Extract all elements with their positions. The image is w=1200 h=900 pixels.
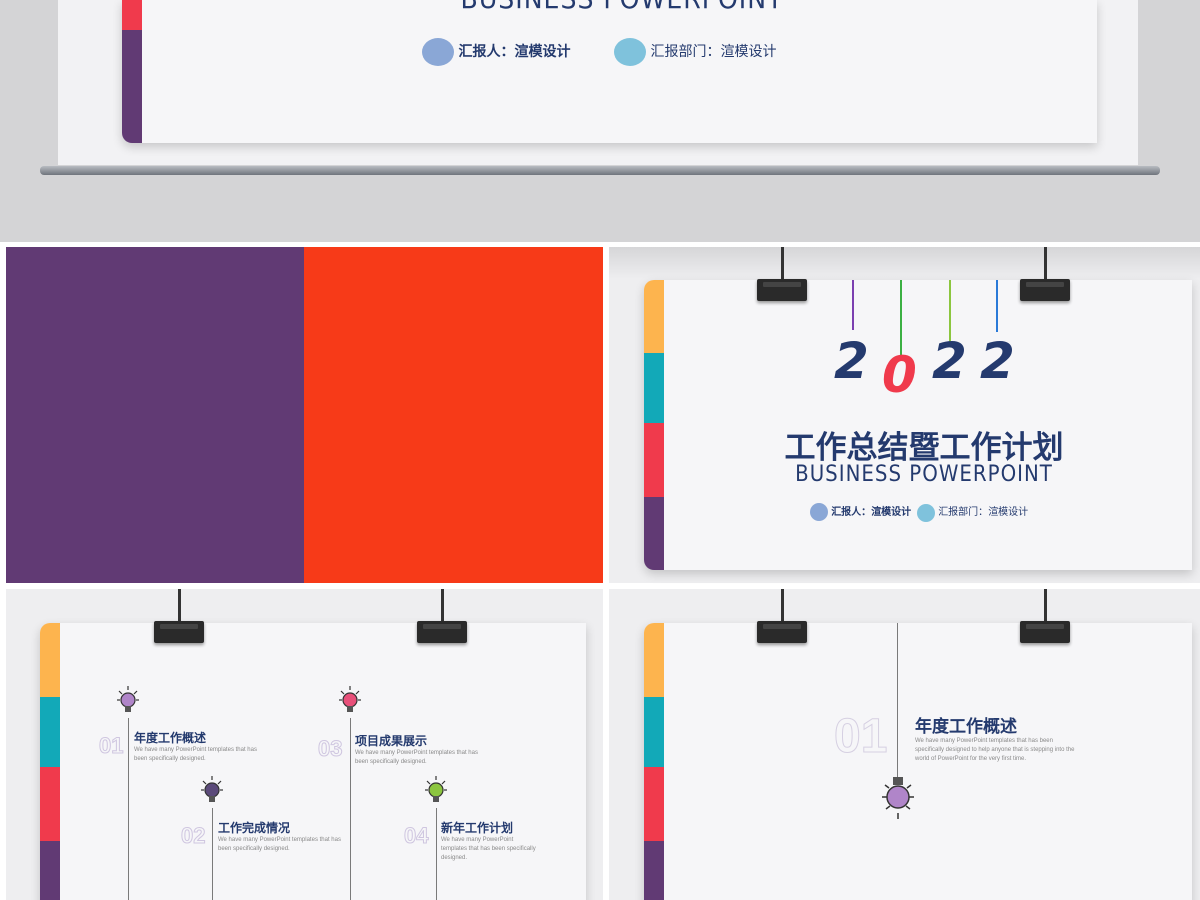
stripe-red: [644, 767, 664, 841]
cover-reporter: 汇报人：渲模设计: [810, 503, 911, 521]
clip-wire-right: [1044, 247, 1047, 281]
toc-title-04: 新年工作计划: [441, 821, 514, 835]
cover-dept: 汇报部门：渲模设计: [917, 503, 1028, 522]
toc-title-02: 工作完成情况: [218, 821, 291, 835]
top-paper: BUSINESS POWERPOINT 汇报人：渲模设计 汇报部门：渲模设计: [122, 0, 1097, 143]
binder-clip-right: [1020, 279, 1070, 301]
cover-bg-top: [609, 247, 1200, 279]
color-block-orange: [304, 247, 603, 583]
toc-line-04: [436, 808, 437, 900]
section-title: 年度工作概述: [915, 717, 1017, 737]
toc-desc-02: We have many PowerPoint templates that h…: [218, 837, 341, 852]
toc-num-04: 04: [403, 823, 429, 849]
stripe-purple: [644, 497, 664, 570]
toc-desc-03: We have many PowerPoint templates that h…: [355, 750, 478, 765]
dept-icon: [614, 38, 646, 66]
stripe-teal: [40, 697, 60, 767]
color-block-purple: [6, 247, 304, 583]
toc-title-03: 项目成果展示: [355, 734, 428, 748]
toc-num-03: 03: [317, 736, 343, 762]
stripe-yellow: [644, 623, 664, 697]
hang-string-blue: [996, 280, 998, 332]
stripe-red: [40, 767, 60, 841]
cover-paper: 2 0 2 2 工作总结暨工作计划 BUSINESS POWERPOINT 汇报…: [644, 280, 1192, 570]
binder-clip-right: [417, 621, 467, 643]
toc-slide-frame: 01 年度工作概述 We have many PowerPoint templa…: [6, 589, 603, 900]
clip-wire-left: [781, 247, 784, 281]
section-paper: 01 年度工作概述 We have many PowerPoint templa…: [644, 623, 1192, 900]
year-digit-2c: 2: [980, 332, 1015, 390]
toc-line-02: [212, 808, 213, 900]
section-num: 01: [833, 710, 888, 764]
toc-paper: 01 年度工作概述 We have many PowerPoint templa…: [40, 623, 586, 900]
top-reporter: 汇报人：渲模设计: [422, 38, 570, 66]
stripe-yellow: [644, 280, 664, 353]
stripe-red: [644, 423, 664, 497]
binder-clip-right: [1020, 621, 1070, 643]
stripe-purple: [40, 841, 60, 900]
top-slide-frame: BUSINESS POWERPOINT 汇报人：渲模设计 汇报部门：渲模设计: [0, 0, 1200, 242]
toc-desc-04: We have many PowerPoint templates that h…: [441, 837, 536, 861]
cover-en-title: BUSINESS POWERPOINT: [795, 462, 1053, 487]
clip-wire-left: [178, 589, 181, 623]
lightbulb-icon: [200, 775, 224, 805]
reporter-icon: [422, 38, 454, 66]
stripe-teal: [644, 697, 664, 767]
toc-title-01: 年度工作概述: [134, 731, 207, 745]
reporter-icon: [810, 503, 828, 521]
hang-string-purple: [852, 280, 854, 330]
toc-line-01: [128, 718, 129, 900]
year-digit-2b: 2: [932, 332, 967, 390]
toc-line-03: [350, 718, 351, 900]
top-dept: 汇报部门：渲模设计: [614, 38, 776, 66]
lightbulb-icon: [424, 775, 448, 805]
lightbulb-icon: [878, 775, 918, 821]
binder-clip-left: [757, 279, 807, 301]
top-en-title: BUSINESS POWERPOINT: [452, 0, 792, 15]
binder-clip-left: [154, 621, 204, 643]
section-desc: We have many PowerPoint templates that h…: [915, 738, 1075, 762]
clip-wire-left: [781, 589, 784, 623]
year-digit-2a: 2: [834, 332, 869, 390]
toc-num-02: 02: [180, 823, 206, 849]
hang-string-green: [900, 280, 902, 355]
binder-clip-left: [757, 621, 807, 643]
lightbulb-icon: [116, 685, 140, 715]
section-slide-frame: 01 年度工作概述 We have many PowerPoint templa…: [609, 589, 1200, 900]
stripe-yellow: [40, 623, 60, 697]
clip-wire-right: [441, 589, 444, 623]
stripe-purple: [644, 841, 664, 900]
year-digit-0: 0: [882, 346, 917, 404]
stripe-purple: [122, 30, 142, 143]
cover-title: 工作总结暨工作计划: [784, 430, 1064, 466]
section-hang-line: [897, 623, 898, 778]
top-rail: [40, 166, 1160, 175]
dept-icon: [917, 503, 935, 522]
toc-num-01: 01: [98, 733, 124, 759]
stripe-teal: [644, 353, 664, 423]
toc-desc-01: We have many PowerPoint templates that h…: [134, 747, 257, 762]
lightbulb-icon: [338, 685, 362, 715]
clip-wire-right: [1044, 589, 1047, 623]
stripe-red: [122, 0, 142, 30]
cover-slide-frame: 2 0 2 2 工作总结暨工作计划 BUSINESS POWERPOINT 汇报…: [609, 247, 1200, 583]
